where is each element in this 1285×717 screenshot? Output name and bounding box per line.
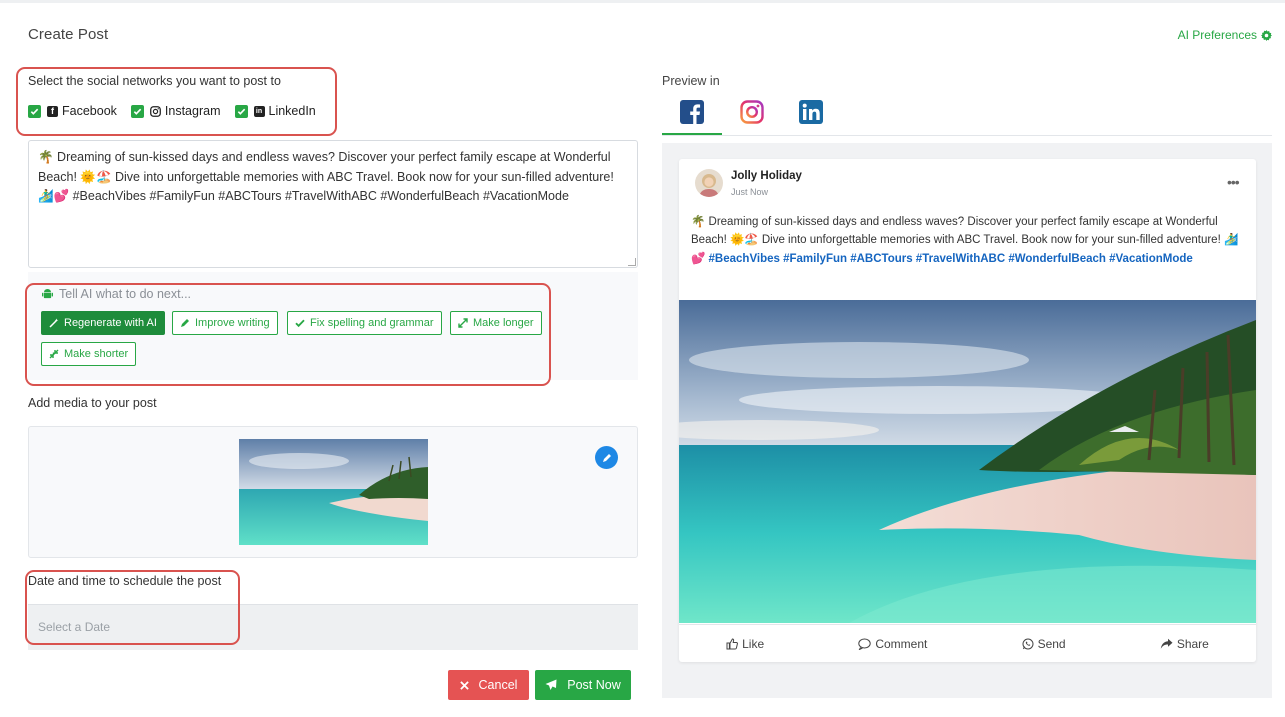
facebook-icon: [680, 100, 704, 124]
page-title: Create Post: [28, 26, 109, 43]
post-text: 🌴 Dreaming of sun-kissed days and endles…: [38, 150, 614, 203]
tab-instagram[interactable]: [722, 96, 782, 135]
network-label: Facebook: [62, 104, 117, 118]
check-icon: [295, 319, 305, 328]
avatar: [695, 169, 723, 197]
thumbs-up-icon: [726, 637, 739, 649]
comment-label: Comment: [875, 636, 928, 651]
checkbox-checked-icon[interactable]: [130, 104, 144, 118]
share-label: Share: [1176, 636, 1209, 651]
facebook-icon: f: [47, 105, 58, 117]
tab-linkedin[interactable]: [781, 96, 841, 135]
more-options-icon[interactable]: •••: [1227, 174, 1240, 190]
preview-tabs: [662, 96, 1272, 136]
post-hashtags[interactable]: #BeachVibes #FamilyFun #ABCTours #Travel…: [709, 253, 1193, 265]
media-thumbnail: [239, 439, 428, 545]
linkedin-icon: in: [253, 105, 265, 117]
schedule-label: Date and time to schedule the post: [28, 574, 222, 588]
fix-spelling-label: Fix spelling and grammar: [310, 317, 434, 329]
android-icon: [42, 289, 53, 299]
cancel-label: Cancel: [478, 678, 518, 692]
make-shorter-label: Make shorter: [64, 348, 129, 360]
post-actions-bar: Like Comment Send Share: [679, 624, 1256, 662]
magic-wand-icon: [49, 318, 59, 328]
pencil-icon: [181, 319, 189, 327]
date-placeholder: Select a Date: [38, 620, 111, 634]
cancel-button[interactable]: Cancel: [448, 670, 529, 700]
ai-preferences-label: AI Preferences: [1177, 28, 1257, 42]
post-now-label: Post Now: [567, 678, 621, 692]
improve-writing-button[interactable]: Improve writing: [172, 311, 278, 335]
fix-spelling-button[interactable]: Fix spelling and grammar: [287, 311, 442, 335]
ai-preferences-link[interactable]: AI Preferences: [1178, 28, 1272, 42]
comment-button[interactable]: Comment: [858, 637, 927, 651]
regenerate-label: Regenerate with AI: [64, 317, 157, 329]
instagram-icon: [149, 105, 161, 117]
share-button[interactable]: Share: [1160, 637, 1209, 651]
resize-handle[interactable]: [628, 258, 636, 266]
make-longer-label: Make longer: [473, 317, 534, 329]
network-linkedin[interactable]: in LinkedIn: [234, 104, 316, 118]
ai-prompt-placeholder: Tell AI what to do next...: [59, 287, 192, 301]
like-label: Like: [742, 636, 765, 651]
network-checkboxes: f Facebook Instagram in LinkedIn: [28, 104, 316, 118]
improve-writing-label: Improve writing: [195, 317, 270, 329]
like-button[interactable]: Like: [726, 637, 764, 651]
tab-facebook[interactable]: [662, 96, 722, 135]
edit-media-button[interactable]: [595, 446, 618, 469]
share-icon: [1160, 638, 1173, 649]
instagram-icon: [740, 100, 764, 124]
send-button[interactable]: Send: [1022, 637, 1066, 651]
checkbox-checked-icon[interactable]: [28, 104, 41, 118]
post-image: [679, 300, 1256, 623]
send-icon: [545, 679, 557, 690]
network-label: Instagram: [164, 104, 221, 118]
network-instagram[interactable]: Instagram: [130, 104, 221, 118]
post-author: Jolly Holiday: [731, 170, 802, 182]
regenerate-with-ai-button[interactable]: Regenerate with AI: [41, 311, 165, 335]
checkbox-checked-icon[interactable]: [234, 104, 248, 118]
compress-icon: [49, 349, 59, 359]
preview-label: Preview in: [662, 74, 720, 88]
expand-icon: [458, 318, 468, 328]
whatsapp-icon: [1022, 638, 1034, 649]
top-border: [0, 0, 1285, 3]
gear-icon: [1261, 29, 1272, 41]
post-time: Just Now: [731, 187, 769, 197]
networks-label: Select the social networks you want to p…: [28, 74, 281, 88]
make-longer-button[interactable]: Make longer: [450, 311, 542, 335]
make-shorter-button[interactable]: Make shorter: [41, 342, 137, 366]
media-label: Add media to your post: [28, 396, 157, 410]
comment-icon: [858, 638, 872, 650]
post-body: 🌴 Dreaming of sun-kissed days and endles…: [691, 213, 1241, 268]
ai-prompt-input[interactable]: Tell AI what to do next...: [42, 287, 191, 301]
close-icon: [459, 680, 469, 690]
date-picker-input[interactable]: Select a Date: [28, 604, 638, 650]
network-facebook[interactable]: f Facebook: [28, 104, 117, 118]
post-text-area[interactable]: 🌴 Dreaming of sun-kissed days and endles…: [28, 140, 638, 268]
linkedin-icon: [799, 100, 823, 124]
send-label: Send: [1037, 636, 1066, 651]
post-now-button[interactable]: Post Now: [535, 670, 631, 700]
pencil-icon: [602, 453, 611, 462]
network-label: LinkedIn: [268, 104, 316, 118]
